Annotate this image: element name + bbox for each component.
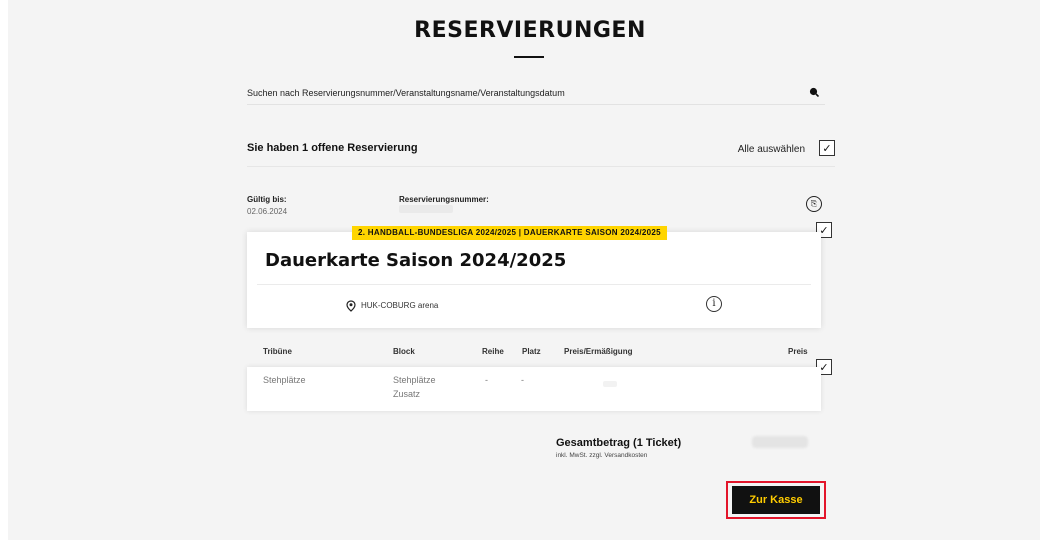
- select-all-checkbox[interactable]: ✓: [819, 140, 835, 156]
- valid-until-label: Gültig bis:: [247, 195, 287, 204]
- cell-block-line2: Zusatz: [393, 389, 421, 399]
- table-row: Stehplätze Stehplätze Zusatz - -: [247, 367, 821, 411]
- price-reduction-redacted: [603, 381, 617, 387]
- reservation-number-redacted: [399, 205, 453, 213]
- column-header-platz: Platz: [522, 347, 541, 356]
- event-category-badge: 2. HANDBALL-BUNDESLIGA 2024/2025 | DAUER…: [352, 226, 667, 240]
- copy-icon[interactable]: ⎘: [806, 196, 822, 212]
- cell-platz: -: [521, 375, 524, 385]
- checkout-button[interactable]: Zur Kasse: [732, 486, 820, 514]
- column-header-block: Block: [393, 347, 415, 356]
- search-input[interactable]: Suchen nach Reservierungsnummer/Veransta…: [247, 88, 565, 98]
- cell-block-line1: Stehplätze: [393, 375, 436, 385]
- column-header-reihe: Reihe: [482, 347, 504, 356]
- valid-until-value: 02.06.2024: [247, 207, 288, 216]
- title-underline: [514, 56, 544, 58]
- reservation-summary: Sie haben 1 offene Reservierung Alle aus…: [247, 136, 835, 167]
- reservation-count: Sie haben 1 offene Reservierung: [247, 142, 418, 154]
- select-all-label[interactable]: Alle auswählen: [738, 144, 805, 155]
- venue-name: HUK-COBURG arena: [361, 301, 439, 310]
- cell-tribune: Stehplätze: [263, 375, 306, 385]
- page-title: RESERVIERUNGEN: [414, 18, 646, 43]
- column-header-tribune: Tribüne: [263, 347, 292, 356]
- cell-reihe: -: [485, 375, 488, 385]
- event-name: Dauerkarte Saison 2024/2025: [265, 250, 567, 271]
- total-subtext: inkl. MwSt. zzgl. Versandkosten: [556, 452, 648, 459]
- search-icon[interactable]: [809, 87, 819, 97]
- reservation-number-label: Reservierungsnummer:: [399, 195, 489, 204]
- total-amount-redacted: [752, 436, 808, 448]
- column-header-price-reduction: Preis/Ermäßigung: [564, 347, 633, 356]
- column-header-price: Preis: [788, 347, 808, 356]
- info-icon[interactable]: i: [706, 296, 722, 312]
- total-label: Gesamtbetrag (1 Ticket): [556, 437, 682, 449]
- search-bar[interactable]: Suchen nach Reservierungsnummer/Veransta…: [247, 82, 825, 105]
- divider: [257, 284, 811, 285]
- event-card: Dauerkarte Saison 2024/2025 HUK-COBURG a…: [247, 232, 821, 328]
- location-pin-icon: [346, 300, 356, 312]
